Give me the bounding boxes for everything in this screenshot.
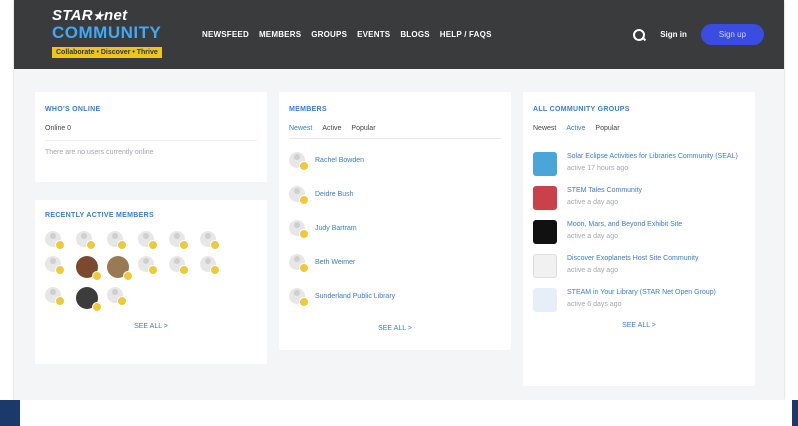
browser-page: STAR★net COMMUNITY Collaborate • Discove… [14,0,784,400]
panel-title: RECENTLY ACTIVE MEMBERS [45,212,154,219]
sign-up-button[interactable]: Sign up [700,24,764,45]
panel-title: WHO'S ONLINE [45,106,101,113]
avatar [289,288,309,307]
avatar[interactable] [76,231,96,250]
logo-tagline: Collaborate • Discover • Thrive [52,46,162,58]
tab-newest[interactable]: Newest [289,125,312,132]
exoplanets-group-icon [533,254,557,278]
sign-in-link[interactable]: Sign in [660,30,687,39]
eclipse-group-icon [533,152,557,176]
list-item[interactable]: Deidre Bush [289,177,501,211]
avatar [289,152,309,171]
avatar-photo[interactable] [76,287,102,312]
list-item[interactable]: STEAM in Your Library (STAR Net Open Gro… [533,288,745,312]
avatar[interactable] [45,231,65,250]
see-all-link[interactable]: SEE ALL > [45,323,257,330]
nav-events[interactable]: EVENTS [357,30,390,39]
list-item[interactable]: Moon, Mars, and Beyond Exhibit Site activ… [533,220,745,244]
list-item[interactable]: Judy Bartram [289,211,501,245]
avatar[interactable] [138,231,158,250]
avatar[interactable] [200,256,220,275]
tab-popular[interactable]: Popular [351,125,375,132]
tab-active[interactable]: Active [566,125,585,132]
slide-accent-right [792,400,798,426]
groups-tabs: Newest Active Popular [533,125,745,138]
list-item[interactable]: STEM Tales Community active a day ago [533,186,745,210]
avatar[interactable] [45,287,65,306]
see-all-link[interactable]: SEE ALL > [289,325,501,332]
members-panel: MEMBERS Newest Active Popular Rachel Bow… [279,92,511,350]
list-item[interactable]: Solar Eclipse Activities for Libraries C… [533,152,745,176]
avatar [289,254,309,273]
avatar[interactable] [200,231,220,250]
avatar[interactable] [107,231,127,250]
site-logo[interactable]: STAR★net COMMUNITY Collaborate • Discove… [52,7,164,63]
top-navigation-bar: STAR★net COMMUNITY Collaborate • Discove… [14,0,784,69]
avatar[interactable] [45,256,65,275]
stem-tales-group-icon [533,186,557,210]
moon-mars-group-icon [533,220,557,244]
avatar[interactable] [107,287,127,306]
avatar-photo[interactable] [76,256,102,281]
recently-active-panel: RECENTLY ACTIVE MEMBERS SEE ALL > [35,200,267,364]
avatar[interactable] [169,231,189,250]
nav-members[interactable]: MEMBERS [259,30,301,39]
online-count: Online 0 [45,125,72,132]
main-nav: NEWSFEED MEMBERS GROUPS EVENTS BLOGS HEL… [202,30,492,39]
empty-state-text: There are no users currently online [45,149,154,156]
nav-blogs[interactable]: BLOGS [400,30,429,39]
list-item[interactable]: Sunderland Public Library [289,279,501,313]
community-groups-panel: ALL COMMUNITY GROUPS Newest Active Popul… [523,92,755,386]
avatar-photo[interactable] [107,256,133,281]
search-icon[interactable] [632,28,646,42]
nav-help-faqs[interactable]: HELP / FAQS [440,30,492,39]
star-icon: ★ [92,8,104,23]
steam-library-group-icon [533,288,557,312]
members-tabs: Newest Active Popular [289,125,501,139]
list-item[interactable]: Discover Exoplanets Host Site Community a… [533,254,745,278]
whos-online-panel: WHO'S ONLINE Online 0 There are no users… [35,92,267,182]
group-list: Solar Eclipse Activities for Libraries C… [533,152,745,312]
nav-newsfeed[interactable]: NEWSFEED [202,30,249,39]
tab-active[interactable]: Active [322,125,341,132]
panel-title: MEMBERS [289,106,327,113]
tab-popular[interactable]: Popular [595,125,619,132]
bottom-band [0,400,798,426]
list-item[interactable]: Beth Weimer [289,245,501,279]
member-list: Rachel Bowden Deidre Bush Judy Bartram B… [289,143,501,313]
panel-title: ALL COMMUNITY GROUPS [533,106,630,113]
slide-accent-left [0,400,20,426]
avatar[interactable] [169,256,189,275]
avatar [289,220,309,239]
tab-newest[interactable]: Newest [533,125,556,132]
nav-groups[interactable]: GROUPS [311,30,347,39]
see-all-link[interactable]: SEE ALL > [533,322,745,329]
avatar [289,186,309,205]
list-item[interactable]: Rachel Bowden [289,143,501,177]
avatar[interactable] [138,256,158,275]
member-avatar-grid [45,231,257,312]
